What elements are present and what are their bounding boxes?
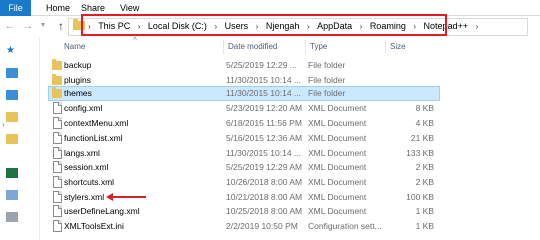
file-size: 1 KB	[415, 221, 434, 231]
file-name: XMLToolsExt.ini	[64, 221, 124, 231]
list-item[interactable]: session.xml 5/25/2019 12:29 AM XML Docum…	[48, 160, 440, 175]
folder-icon	[52, 74, 62, 85]
file-date: 5/23/2019 12:20 AM	[226, 103, 303, 113]
file-type: XML Document	[308, 118, 367, 128]
quick-access-star-icon[interactable]: ★	[6, 46, 18, 56]
file-type: File folder	[308, 60, 346, 70]
excel-app-icon[interactable]	[6, 168, 18, 178]
pictures-folder-icon[interactable]	[6, 134, 18, 144]
file-name: session.xml	[64, 162, 109, 172]
drive-icon[interactable]	[6, 212, 18, 222]
list-item[interactable]: config.xml 5/23/2019 12:20 AM XML Docume…	[48, 101, 440, 116]
list-item[interactable]: langs.xml 11/30/2015 10:14 ... XML Docum…	[48, 146, 440, 161]
file-name: backup	[64, 60, 92, 70]
xml-file-icon	[53, 102, 62, 114]
file-date: 11/30/2015 10:14 ...	[226, 88, 301, 98]
ini-file-icon	[53, 220, 62, 232]
xml-file-icon	[53, 191, 62, 203]
file-date: 2/2/2019 10:50 PM	[226, 221, 298, 231]
file-date: 11/30/2015 10:14 ...	[226, 148, 301, 158]
address-highlight-annotation	[81, 14, 447, 36]
annotation-arrow-line	[112, 196, 146, 198]
file-date: 5/16/2015 12:36 AM	[226, 133, 303, 143]
list-item[interactable]: contextMenu.xml 6/18/2015 11:56 PM XML D…	[48, 116, 440, 131]
file-size: 2 KB	[415, 162, 434, 172]
file-type: XML Document	[308, 192, 367, 202]
file-name: shortcuts.xml	[64, 177, 115, 187]
file-size: 100 KB	[406, 192, 434, 202]
expand-chevron-icon[interactable]: ›	[2, 120, 5, 129]
file-type: File folder	[308, 88, 346, 98]
file-size: 4 KB	[415, 118, 434, 128]
file-date: 10/21/2018 8:00 AM	[226, 192, 303, 202]
list-item[interactable]: functionList.xml 5/16/2015 12:36 AM XML …	[48, 131, 440, 146]
list-item[interactable]: backup 5/25/2019 12:29 ... File folder	[48, 58, 440, 73]
column-header-size[interactable]: Size	[390, 40, 406, 54]
column-header-name[interactable]: Name	[64, 40, 85, 54]
documents-folder-icon[interactable]	[6, 112, 18, 122]
xml-file-icon	[53, 205, 62, 217]
file-size: 2 KB	[415, 177, 434, 187]
file-type: Configuration sett...	[308, 221, 382, 231]
downloads-folder-icon[interactable]	[6, 90, 18, 100]
file-date: 5/25/2019 12:29 AM	[226, 162, 303, 172]
file-name: langs.xml	[64, 148, 100, 158]
file-name: userDefineLang.xml	[64, 206, 140, 216]
desktop-folder-icon[interactable]	[6, 68, 18, 78]
file-size: 1 KB	[415, 206, 434, 216]
list-item[interactable]: userDefineLang.xml 10/25/2018 8:00 AM XM…	[48, 204, 440, 219]
list-item[interactable]: XMLToolsExt.ini 2/2/2019 10:50 PM Config…	[48, 219, 440, 234]
file-type: XML Document	[308, 206, 367, 216]
xml-file-icon	[53, 161, 62, 173]
file-type: XML Document	[308, 103, 367, 113]
column-divider[interactable]	[223, 40, 224, 54]
list-item-selected[interactable]: themes 11/30/2015 10:14 ... File folder	[48, 86, 440, 101]
column-divider[interactable]	[385, 40, 386, 54]
file-size: 21 KB	[410, 133, 434, 143]
file-type: XML Document	[308, 148, 367, 158]
xml-file-icon	[53, 117, 62, 129]
list-item[interactable]: shortcuts.xml 10/26/2018 8:00 AM XML Doc…	[48, 175, 440, 190]
tab-home[interactable]: Home	[46, 0, 70, 16]
folder-icon	[52, 59, 62, 70]
file-type: XML Document	[308, 133, 367, 143]
file-type: XML Document	[308, 162, 367, 172]
file-date: 10/25/2018 8:00 AM	[226, 206, 303, 216]
recent-locations-chevron-icon[interactable]: ▼	[38, 19, 48, 33]
file-size: 8 KB	[415, 103, 434, 113]
file-name: stylers.xml	[64, 192, 105, 202]
column-header-date[interactable]: Date modified	[228, 40, 277, 54]
file-type: XML Document	[308, 177, 367, 187]
sort-indicator-icon: ˄	[133, 36, 138, 43]
xml-file-icon	[53, 132, 62, 144]
xml-file-icon	[53, 147, 62, 159]
file-size: 133 KB	[406, 148, 434, 158]
onedrive-icon[interactable]	[6, 190, 18, 200]
breadcrumb-separator-icon: ›	[475, 22, 479, 31]
xml-file-icon	[53, 176, 62, 188]
file-date: 10/26/2018 8:00 AM	[226, 177, 303, 187]
forward-arrow-icon[interactable]: →	[21, 19, 35, 33]
back-arrow-icon[interactable]: ←	[3, 19, 17, 33]
tab-file[interactable]: File	[0, 0, 31, 16]
navigation-pane: ★ ›	[0, 38, 40, 240]
up-arrow-icon[interactable]: ↑	[54, 19, 68, 33]
file-name: config.xml	[64, 103, 103, 113]
file-date: 6/18/2015 11:56 PM	[226, 118, 302, 128]
file-date: 5/25/2019 12:29 ...	[226, 60, 297, 70]
column-header-type[interactable]: Type	[310, 40, 327, 54]
file-name: contextMenu.xml	[64, 118, 129, 128]
file-name: themes	[64, 88, 92, 98]
column-divider[interactable]	[305, 40, 306, 54]
file-name: functionList.xml	[64, 133, 123, 143]
folder-icon	[52, 87, 62, 98]
